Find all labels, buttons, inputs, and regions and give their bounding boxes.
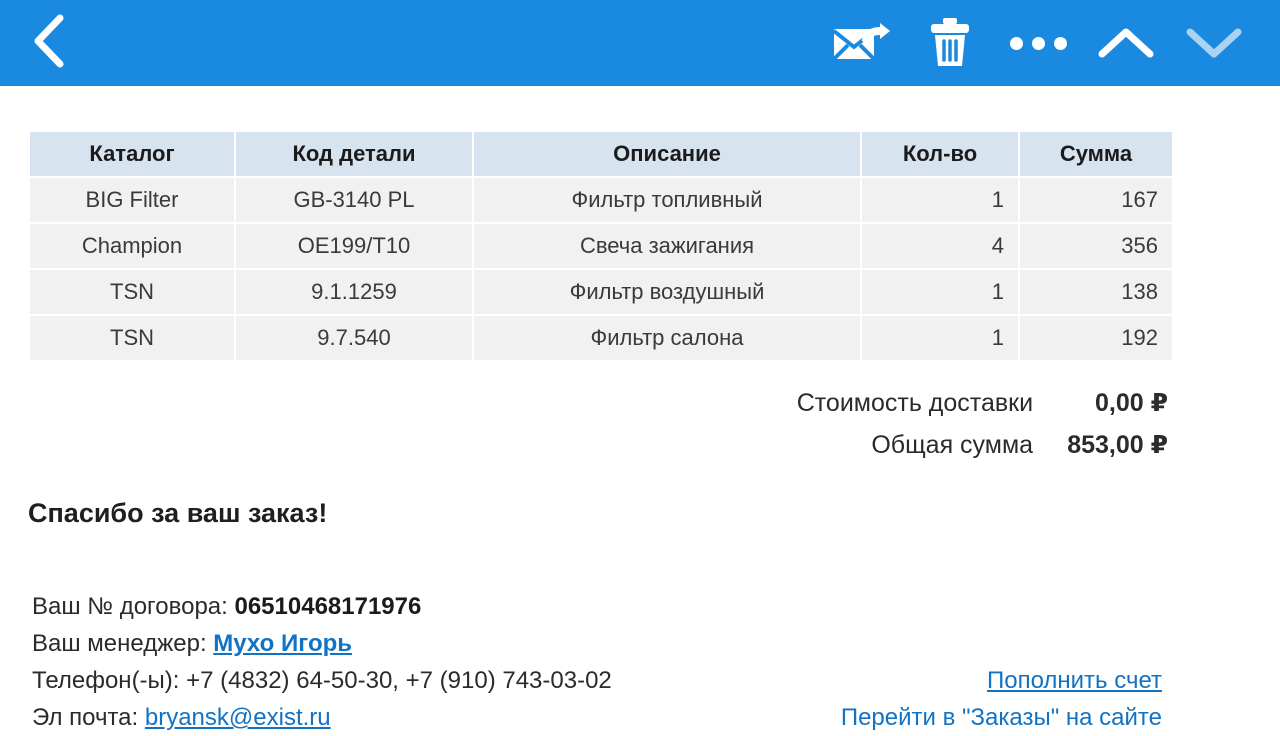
reply-icon <box>832 19 892 67</box>
contract-number-value: 06510468171976 <box>234 593 422 620</box>
email-line: Эл почта: bryansk@exist.ru Перейти в "За… <box>32 699 1248 736</box>
toolbar-actions <box>818 0 1280 86</box>
go-to-orders-link[interactable]: Перейти в "Заказы" на сайте <box>841 699 1162 736</box>
manager-line: Ваш менеджер: Мухо Игорь <box>32 625 1248 662</box>
cell-description: Фильтр воздушный <box>474 270 860 314</box>
message-body: Каталог Код детали Описание Кол-во Сумма… <box>0 86 1280 731</box>
order-details: Ваш № договора: 06510468171976 Ваш менед… <box>32 588 1248 736</box>
cell-description: Свеча зажигания <box>474 224 860 268</box>
table-row: Champion OE199/T10 Свеча зажигания 4 356 <box>30 224 1172 268</box>
manager-link[interactable]: Мухо Игорь <box>213 630 352 657</box>
message-toolbar <box>0 0 1280 86</box>
table-row: TSN 9.1.1259 Фильтр воздушный 1 138 <box>30 270 1172 314</box>
cell-quantity: 1 <box>862 178 1018 222</box>
delete-icon <box>928 18 972 68</box>
grand-total-value: 853,00 ₽ <box>1067 431 1168 459</box>
cell-part-code: OE199/T10 <box>236 224 472 268</box>
more-options-button[interactable] <box>994 0 1082 86</box>
previous-message-button[interactable] <box>1082 0 1170 86</box>
shipping-cost-value: 0,00 ₽ <box>1095 389 1168 417</box>
grand-total-row: Общая сумма 853,00 ₽ <box>468 424 1168 466</box>
top-up-account-link[interactable]: Пополнить счет <box>987 662 1162 699</box>
column-header-sum: Сумма <box>1020 132 1172 176</box>
phone-label: Телефон(-ы): <box>32 667 180 694</box>
shipping-cost-label: Стоимость доставки <box>796 389 1034 417</box>
cell-description: Фильтр топливный <box>474 178 860 222</box>
manager-label: Ваш менеджер: <box>32 630 207 657</box>
phone-line: Телефон(-ы): +7 (4832) 64-50-30, +7 (910… <box>32 662 1248 699</box>
cell-catalog: TSN <box>30 270 234 314</box>
table-row: TSN 9.7.540 Фильтр салона 1 192 <box>30 316 1172 360</box>
contract-number-line: Ваш № договора: 06510468171976 <box>32 588 1248 625</box>
order-totals: Стоимость доставки 0,00 ₽ Общая сумма 85… <box>468 382 1168 466</box>
chevron-down-icon <box>1186 26 1242 60</box>
cell-sum: 138 <box>1020 270 1172 314</box>
column-header-quantity: Кол-во <box>862 132 1018 176</box>
cell-sum: 167 <box>1020 178 1172 222</box>
shipping-cost-row: Стоимость доставки 0,00 ₽ <box>468 382 1168 424</box>
cell-sum: 192 <box>1020 316 1172 360</box>
delete-button[interactable] <box>906 0 994 86</box>
cell-part-code: 9.7.540 <box>236 316 472 360</box>
chevron-up-icon <box>1098 26 1154 60</box>
cell-part-code: 9.1.1259 <box>236 270 472 314</box>
email-label: Эл почта: <box>32 704 139 731</box>
back-chevron-icon <box>28 14 68 73</box>
order-items-table: Каталог Код детали Описание Кол-во Сумма… <box>28 130 1174 362</box>
cell-catalog: Champion <box>30 224 234 268</box>
cell-catalog: TSN <box>30 316 234 360</box>
more-options-icon <box>1009 36 1067 50</box>
reply-button[interactable] <box>818 0 906 86</box>
table-row: BIG Filter GB-3140 PL Фильтр топливный 1… <box>30 178 1172 222</box>
back-button[interactable] <box>0 0 96 86</box>
column-header-part-code: Код детали <box>236 132 472 176</box>
table-header-row: Каталог Код детали Описание Кол-во Сумма <box>30 132 1172 176</box>
cell-sum: 356 <box>1020 224 1172 268</box>
next-message-button[interactable] <box>1170 0 1258 86</box>
column-header-description: Описание <box>474 132 860 176</box>
phone-value: +7 (4832) 64-50-30, +7 (910) 743-03-02 <box>186 667 612 694</box>
email-link[interactable]: bryansk@exist.ru <box>145 704 331 731</box>
cell-quantity: 4 <box>862 224 1018 268</box>
grand-total-label: Общая сумма <box>871 431 1034 459</box>
column-header-catalog: Каталог <box>30 132 234 176</box>
cell-quantity: 1 <box>862 316 1018 360</box>
cell-quantity: 1 <box>862 270 1018 314</box>
cell-catalog: BIG Filter <box>30 178 234 222</box>
contract-number-label: Ваш № договора: <box>32 593 228 620</box>
cell-description: Фильтр салона <box>474 316 860 360</box>
cell-part-code: GB-3140 PL <box>236 178 472 222</box>
thank-you-heading: Спасибо за ваш заказ! <box>28 498 328 528</box>
